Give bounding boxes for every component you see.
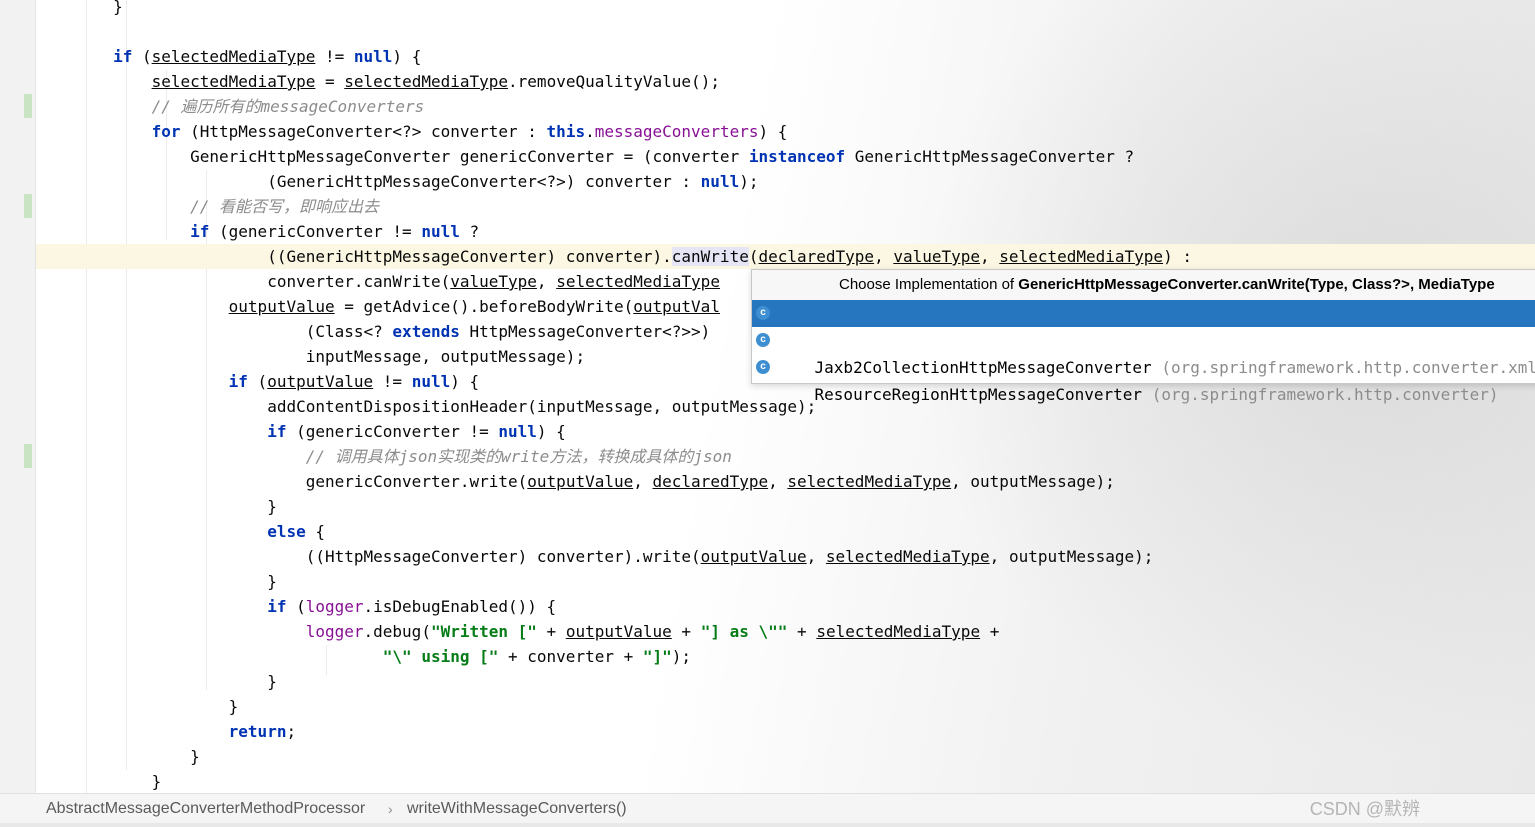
watermark: CSDN @默辨 <box>1309 799 1420 819</box>
implementation-item[interactable]: c Jaxb2CollectionHttpMessageConverter (or… <box>752 327 1535 377</box>
class-icon: c <box>756 360 770 374</box>
code-line: if (selectedMediaType != null) { <box>113 47 422 66</box>
code-line: } <box>36 772 162 791</box>
code-line: GenericHttpMessageConverter genericConve… <box>36 147 1135 166</box>
code-line: else { <box>267 522 325 541</box>
code-line: for (HttpMessageConverter<?> converter :… <box>151 122 788 141</box>
class-icon: c <box>756 333 770 347</box>
implementation-item[interactable]: c ResourceRegionHttpMessageConverter (org… <box>752 354 1535 404</box>
code-line: if (genericConverter != null) { <box>267 422 566 441</box>
code-line: if (logger.isDebugEnabled()) { <box>267 597 557 616</box>
code-line: genericConverter.write(outputValue, decl… <box>36 472 1115 491</box>
implementation-package: (org.springframework.http.converter) <box>1151 385 1499 404</box>
code-comment: // 看能否写，即响应出去 <box>190 197 380 216</box>
code-line: } <box>36 697 239 716</box>
code-line: } <box>36 572 277 591</box>
breadcrumb-class[interactable]: AbstractMessageConverterMethodProcessor <box>46 794 365 824</box>
code-comment: // 调用具体json实现类的write方法，转换成具体的json <box>305 447 732 466</box>
code-line: logger.debug("Written [" + outputValue +… <box>305 622 1000 641</box>
code-comment: // 遍历所有的messageConverters <box>151 97 425 116</box>
popup-title: Choose Implementation of GenericHttpMess… <box>752 270 1535 300</box>
breadcrumb: AbstractMessageConverterMethodProcessor … <box>0 793 1535 824</box>
code-line: } <box>36 497 277 516</box>
code-line: ((HttpMessageConverter) converter).write… <box>36 547 1154 566</box>
code-line: selectedMediaType = selectedMediaType.re… <box>151 72 720 91</box>
class-icon: c <box>756 306 770 320</box>
popup-title-method: GenericHttpMessageConverter.canWrite(Typ… <box>1018 276 1495 293</box>
code-line: "\" using [" + converter + "]"); <box>382 647 692 666</box>
bottom-border <box>0 823 1535 827</box>
code-line-current: ((GenericHttpMessageConverter) converter… <box>36 247 1192 266</box>
code-line: return; <box>228 722 297 741</box>
change-marker[interactable] <box>24 444 32 468</box>
implementation-name: ResourceRegionHttpMessageConverter <box>814 385 1143 404</box>
breadcrumb-separator: › <box>388 801 393 817</box>
breadcrumb-method[interactable]: writeWithMessageConverters() <box>407 794 627 824</box>
code-line: } <box>36 672 277 691</box>
choose-implementation-popup[interactable]: Choose Implementation of GenericHttpMess… <box>751 269 1535 404</box>
code-line: } <box>36 0 123 16</box>
implementation-item[interactable]: c AbstractGenericHttpMessageConverter (or… <box>752 300 1535 350</box>
code-line: } <box>36 747 200 766</box>
code-line: if (genericConverter != null ? <box>190 222 480 241</box>
change-marker[interactable] <box>24 94 32 118</box>
code-line: (GenericHttpMessageConverter<?>) convert… <box>36 172 759 191</box>
change-marker[interactable] <box>24 194 32 218</box>
editor-gutter[interactable] <box>0 0 36 793</box>
popup-title-prefix: Choose Implementation of <box>839 276 1019 293</box>
